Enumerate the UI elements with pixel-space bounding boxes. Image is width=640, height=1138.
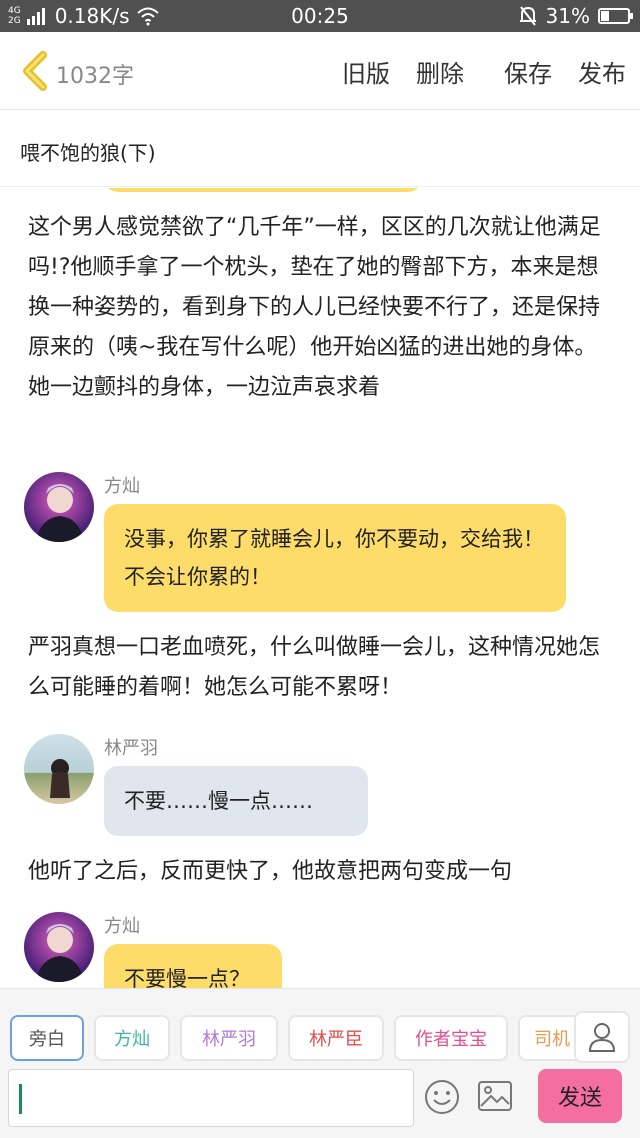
role-chip-linyanyu[interactable]: 林严羽 <box>180 1015 278 1061</box>
mute-bell-icon <box>519 6 536 26</box>
narration-paragraph[interactable]: 他听了之后，反而更快了，他故意把两句变成一句 <box>28 852 618 892</box>
narration-paragraph[interactable]: 这个男人感觉禁欲了“几千年”一样，区区的几次就让他满足吗!?他顺手拿了一个枕头，… <box>28 208 618 408</box>
avatar <box>24 734 94 804</box>
editor-toolbar: 1032字 旧版 删除 保存 发布 <box>0 32 640 110</box>
status-bar: 4G 2G 0.18K/s 00:25 31% <box>0 0 640 32</box>
avatar <box>24 472 94 542</box>
role-selector: 旁白 方灿 林严羽 林严臣 作者宝宝 司机 <box>10 1015 588 1061</box>
story-content[interactable]: 这个男人感觉禁欲了“几千年”一样，区区的几次就让他满足吗!?他顺手拿了一个枕头，… <box>0 188 640 988</box>
role-chip-author[interactable]: 作者宝宝 <box>394 1015 508 1061</box>
back-button[interactable] <box>14 50 54 92</box>
previous-bubble-tail <box>104 188 422 192</box>
chat-message[interactable]: 方灿 不要慢一点？ <box>24 912 624 988</box>
message-input[interactable] <box>8 1069 414 1127</box>
role-chip-narrator[interactable]: 旁白 <box>10 1015 84 1061</box>
old-version-button[interactable]: 旧版 <box>342 54 390 89</box>
status-right: 31% <box>518 4 633 28</box>
user-icon <box>588 1023 616 1052</box>
battery-icon <box>598 8 633 24</box>
story-title-bar[interactable]: 喂不饱的狼(下) <box>0 111 640 187</box>
send-button[interactable]: 发送 <box>538 1069 622 1123</box>
image-icon[interactable] <box>478 1081 512 1111</box>
add-role-button[interactable] <box>574 1011 630 1063</box>
story-title: 喂不饱的狼(下) <box>20 141 156 165</box>
text-caret <box>19 1084 22 1114</box>
word-count: 1032字 <box>56 64 134 89</box>
role-chip-fangcan[interactable]: 方灿 <box>94 1015 170 1061</box>
speaker-name: 林严羽 <box>104 738 158 759</box>
chat-message[interactable]: 方灿 没事，你累了就睡会儿，你不要动，交给我！不会让你累的！ <box>24 472 624 622</box>
narration-paragraph[interactable]: 严羽真想一口老血喷死，什么叫做睡一会儿，这种情况她怎么可能睡的着啊！她怎么可能不… <box>28 628 618 708</box>
avatar <box>24 912 94 982</box>
message-bubble[interactable]: 不要……慢一点…… <box>104 766 368 836</box>
speaker-name: 方灿 <box>104 476 140 497</box>
delete-button[interactable]: 删除 <box>416 54 464 89</box>
role-chip-linyanchen[interactable]: 林严臣 <box>288 1015 384 1061</box>
message-bubble[interactable]: 没事，你累了就睡会儿，你不要动，交给我！不会让你累的！ <box>104 504 566 612</box>
save-button[interactable]: 保存 <box>504 54 552 89</box>
battery-percent: 31% <box>545 4 590 28</box>
publish-button[interactable]: 发布 <box>578 54 626 89</box>
toolbar-actions: 旧版 删除 保存 发布 <box>342 54 626 89</box>
emoji-icon[interactable] <box>424 1079 460 1115</box>
chevron-left-icon <box>23 51 47 91</box>
speaker-name: 方灿 <box>104 916 140 937</box>
chat-message[interactable]: 林严羽 不要……慢一点…… <box>24 734 624 844</box>
composer-panel: 旁白 方灿 林严羽 林严臣 作者宝宝 司机 发送 <box>0 988 640 1138</box>
message-bubble[interactable]: 不要慢一点？ <box>104 944 282 988</box>
